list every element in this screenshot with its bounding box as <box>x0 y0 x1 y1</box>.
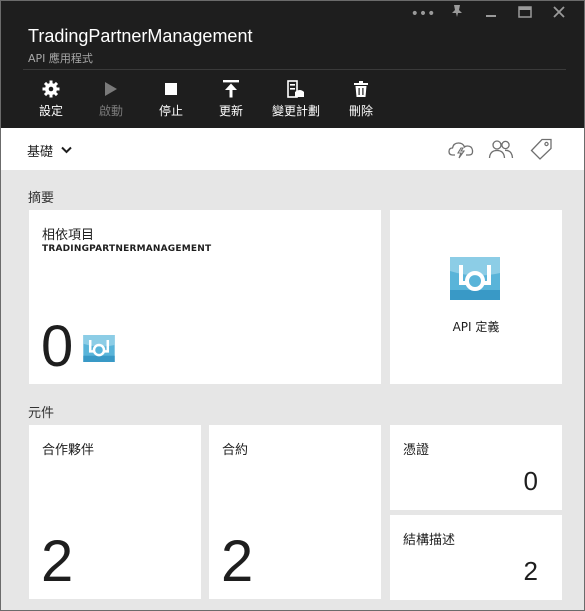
api-app-icon <box>83 335 115 366</box>
essentials-icons <box>448 138 554 160</box>
api-definition-icon <box>450 257 500 304</box>
blade-header: ••• TradingPartnerManagement API 應用程式 設定… <box>1 1 584 128</box>
refresh-button[interactable]: 更新 <box>201 79 261 119</box>
dependencies-title: 相依項目 <box>42 228 95 243</box>
dependencies-tile[interactable]: 相依項目 TRADINGPARTNERMANAGEMENT 0 <box>29 210 381 384</box>
refresh-label: 更新 <box>218 104 243 118</box>
tag-icon[interactable] <box>528 138 554 160</box>
settings-label: 設定 <box>38 104 63 118</box>
trash-icon <box>351 79 371 99</box>
upload-arrow-icon <box>221 79 241 99</box>
chevron-down-icon <box>61 143 72 158</box>
dependencies-subtitle: TRADINGPARTNERMANAGEMENT <box>42 244 212 254</box>
window-controls: ••• <box>406 4 576 24</box>
cloud-lightning-icon[interactable] <box>448 138 474 160</box>
schemas-count: 2 <box>523 556 538 586</box>
partners-title: 合作夥伴 <box>42 443 95 458</box>
delete-button[interactable]: 刪除 <box>331 79 391 119</box>
app-window: ••• TradingPartnerManagement API 應用程式 設定… <box>0 0 585 611</box>
start-label: 啟動 <box>98 104 123 118</box>
change-plan-label: 變更計劃 <box>271 104 320 118</box>
dependencies-count: 0 <box>41 314 74 379</box>
api-definition-label: API 定義 <box>452 320 500 334</box>
delete-label: 刪除 <box>348 104 373 118</box>
essentials-toggle[interactable]: 基礎 <box>27 141 72 160</box>
more-icon[interactable]: ••• <box>406 4 440 24</box>
close-icon[interactable] <box>542 4 576 24</box>
components-section-label: 元件 <box>28 406 55 421</box>
essentials-bar: 基礎 <box>1 128 584 170</box>
partners-tile[interactable]: 合作夥伴 2 <box>29 425 201 599</box>
start-button[interactable]: 啟動 <box>81 79 141 119</box>
gear-icon <box>41 79 61 99</box>
certificates-title: 憑證 <box>403 443 430 458</box>
certificates-count: 0 <box>523 466 538 496</box>
plan-icon <box>286 79 306 99</box>
stop-button[interactable]: 停止 <box>141 79 201 119</box>
blade-title: TradingPartnerManagement <box>28 26 253 46</box>
partners-count: 2 <box>41 529 74 594</box>
minimize-icon[interactable] <box>474 4 508 24</box>
header-divider <box>23 69 566 70</box>
schemas-tile[interactable]: 結構描述 2 <box>390 515 562 600</box>
essentials-label: 基礎 <box>27 145 54 160</box>
stop-icon <box>161 79 181 99</box>
change-plan-button[interactable]: 變更計劃 <box>261 79 331 119</box>
play-icon <box>101 79 121 99</box>
maximize-icon[interactable] <box>508 4 542 24</box>
settings-button[interactable]: 設定 <box>21 79 81 119</box>
toolbar: 設定 啟動 停止 更新 變更計劃 刪除 <box>21 79 391 119</box>
agreements-title: 合約 <box>222 443 249 458</box>
api-definition-tile[interactable]: API 定義 <box>390 210 562 384</box>
agreements-tile[interactable]: 合約 2 <box>209 425 381 599</box>
pin-icon[interactable] <box>440 4 474 24</box>
stop-label: 停止 <box>158 104 183 118</box>
blade-subtitle: API 應用程式 <box>28 52 93 65</box>
summary-section-label: 摘要 <box>28 191 55 206</box>
agreements-count: 2 <box>221 529 254 594</box>
schemas-title: 結構描述 <box>403 533 456 548</box>
certificates-tile[interactable]: 憑證 0 <box>390 425 562 510</box>
users-icon[interactable] <box>488 138 514 160</box>
